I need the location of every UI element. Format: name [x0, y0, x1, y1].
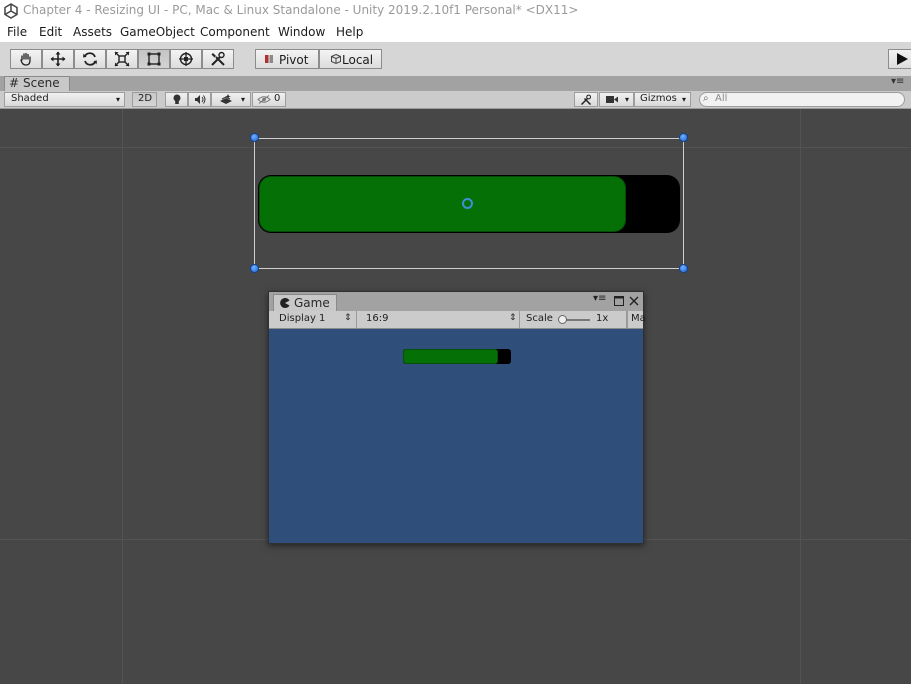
- game-health-bar-fill: [403, 349, 498, 364]
- effects-icon: [220, 94, 232, 104]
- display-value: Display 1: [279, 313, 326, 324]
- menu-gameobject[interactable]: GameObject: [120, 25, 195, 39]
- shading-mode-value: Shaded: [11, 93, 49, 104]
- local-label: Local: [342, 53, 374, 67]
- maximize-on-play-toggle[interactable]: Ma: [627, 311, 646, 328]
- scale-tool-button[interactable]: [106, 49, 138, 69]
- maximize-on-play-label: Ma: [631, 313, 646, 324]
- unity-logo-icon: [4, 3, 18, 19]
- scene-tab-label: Scene: [23, 76, 60, 90]
- grid-icon: #: [9, 76, 20, 90]
- search-icon: ⌕: [703, 93, 709, 104]
- dropdown-arrow-icon: ▾: [116, 95, 121, 104]
- tab-game[interactable]: Game: [273, 294, 337, 311]
- menu-edit[interactable]: Edit: [39, 25, 62, 39]
- audio-toggle[interactable]: [188, 92, 211, 107]
- scene-toolbar: Shaded ▾ 2D ▾ 0 ▾ Gizmos ▾ ⌕ All: [0, 91, 911, 109]
- menu-window[interactable]: Window: [278, 25, 325, 39]
- tab-scene[interactable]: # Scene: [4, 76, 70, 91]
- rect-handle-bottom-right[interactable]: [679, 264, 688, 273]
- lighting-toggle[interactable]: [165, 92, 188, 107]
- scene-tools-toggle[interactable]: [574, 92, 598, 107]
- game-tab-label: Game: [294, 296, 330, 310]
- tab-menu-icon[interactable]: ▾≡: [593, 293, 606, 304]
- speaker-icon: [195, 95, 206, 104]
- menu-component[interactable]: Component: [200, 25, 270, 39]
- window-title: Chapter 4 - Resizing UI - PC, Mac & Linu…: [23, 3, 579, 17]
- menu-help[interactable]: Help: [336, 25, 363, 39]
- move-icon: [50, 51, 66, 67]
- scene-search-field[interactable]: ⌕ All: [699, 92, 905, 107]
- rect-handle-top-left[interactable]: [250, 133, 259, 142]
- rect-handle-top-right[interactable]: [679, 133, 688, 142]
- local-icon: [331, 53, 341, 65]
- updown-arrow-icon: ⇕: [509, 313, 517, 323]
- hand-tool-button[interactable]: [10, 49, 42, 69]
- scale-value: 1x: [596, 313, 609, 324]
- transform-tool-button[interactable]: [170, 49, 202, 69]
- hidden-count: 0: [274, 93, 281, 104]
- rotate-tool-button[interactable]: [74, 49, 106, 69]
- camera-icon: [606, 96, 618, 103]
- shading-mode-dropdown[interactable]: Shaded ▾: [4, 92, 125, 107]
- pacman-icon: [280, 298, 290, 308]
- dropdown-arrow-icon: ▾: [241, 95, 246, 104]
- rotate-icon: [83, 52, 97, 66]
- transform-icon: [179, 52, 193, 66]
- eye-hidden-icon: [257, 95, 271, 104]
- tools-icon: [211, 51, 225, 66]
- hand-icon: [20, 52, 31, 66]
- title-bar: Chapter 4 - Resizing UI - PC, Mac & Linu…: [0, 0, 911, 22]
- updown-arrow-icon: ⇕: [344, 313, 352, 323]
- menu-file[interactable]: File: [7, 25, 27, 39]
- pivot-icon: [265, 55, 273, 63]
- dropdown-arrow-icon: ▾: [682, 95, 687, 104]
- scale-slider-group: Scale 1x: [520, 311, 627, 328]
- game-tab-strip: Game ▾≡: [269, 292, 643, 311]
- move-tool-button[interactable]: [42, 49, 74, 69]
- rect-icon: [147, 52, 161, 66]
- pivot-toggle-button[interactable]: Pivot: [255, 49, 319, 69]
- pivot-label: Pivot: [279, 53, 309, 67]
- tools-icon: [580, 94, 592, 106]
- aspect-dropdown[interactable]: 16:9 ⇕: [359, 311, 520, 328]
- lightbulb-icon: [173, 94, 181, 104]
- gizmos-label: Gizmos: [640, 93, 677, 104]
- pivot-handle[interactable]: [462, 198, 473, 209]
- camera-dropdown[interactable]: ▾: [599, 92, 634, 107]
- aspect-value: 16:9: [366, 313, 389, 324]
- grid-line: [800, 109, 801, 684]
- display-dropdown[interactable]: Display 1 ⇕: [269, 311, 357, 328]
- game-window[interactable]: Game ▾≡ Display 1 ⇕ 16:9 ⇕ Scale 1x Ma: [268, 291, 646, 544]
- close-icon[interactable]: [629, 296, 639, 306]
- scale-slider-thumb[interactable]: [558, 315, 567, 324]
- 2d-mode-label: 2D: [138, 93, 153, 104]
- rect-handle-bottom-left[interactable]: [250, 264, 259, 273]
- gizmos-dropdown[interactable]: Gizmos ▾: [634, 92, 691, 107]
- search-placeholder: All: [715, 93, 728, 104]
- scale-icon: [114, 51, 130, 67]
- game-toolbar: Display 1 ⇕ 16:9 ⇕ Scale 1x Ma: [269, 311, 646, 329]
- play-button[interactable]: [888, 49, 911, 69]
- maximize-icon[interactable]: [614, 296, 624, 306]
- dropdown-arrow-icon: ▾: [625, 95, 630, 104]
- main-toolbar: Pivot Local: [0, 42, 911, 77]
- grid-line: [122, 109, 123, 684]
- scene-tab-strip: # Scene ▾≡: [0, 76, 911, 91]
- scale-label: Scale: [526, 313, 553, 324]
- play-icon: [897, 53, 908, 65]
- effects-dropdown[interactable]: ▾: [211, 92, 251, 107]
- menu-bar: File Edit Assets GameObject Component Wi…: [0, 22, 911, 42]
- custom-tool-button[interactable]: [202, 49, 234, 69]
- 2d-mode-toggle[interactable]: 2D: [132, 92, 157, 107]
- rect-tool-button[interactable]: [138, 49, 170, 69]
- tab-menu-icon[interactable]: ▾≡: [891, 76, 904, 87]
- menu-assets[interactable]: Assets: [73, 25, 112, 39]
- local-toggle-button[interactable]: Local: [319, 49, 382, 69]
- hidden-objects-toggle[interactable]: 0: [252, 92, 286, 107]
